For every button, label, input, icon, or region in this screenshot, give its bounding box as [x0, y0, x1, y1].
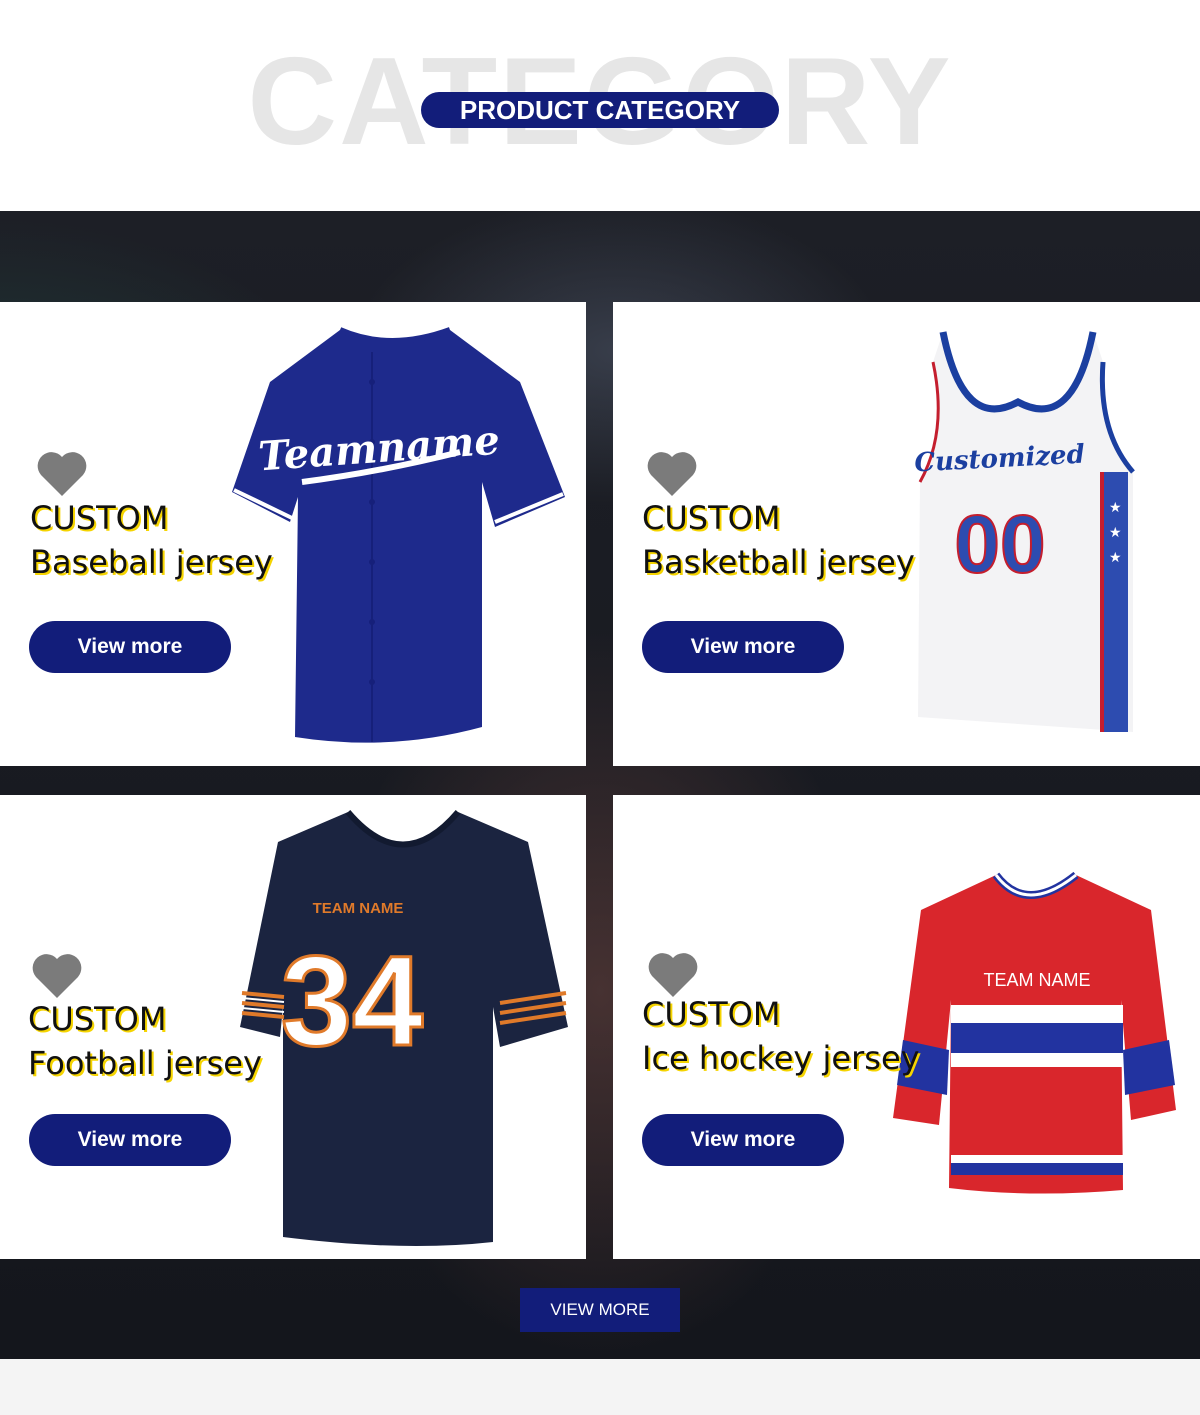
football-jersey-image: TEAM NAME 34	[240, 810, 568, 1246]
view-more-button[interactable]: View more	[29, 1114, 231, 1166]
baseball-jersey-image: Teamname	[232, 327, 565, 743]
category-card-baseball[interactable]: Teamname CUSTOM Baseball jersey View mor…	[0, 302, 586, 766]
ice-hockey-jersey-image: TEAM NAME	[893, 871, 1176, 1194]
view-more-button[interactable]: View more	[642, 1114, 844, 1166]
view-more-button[interactable]: View more	[642, 621, 844, 673]
heart-icon[interactable]	[36, 450, 88, 498]
svg-text:★: ★	[1109, 525, 1122, 541]
heart-icon[interactable]	[647, 951, 699, 999]
basketball-jersey-image: ★★★ Customized 00	[914, 331, 1135, 732]
footer-strip	[0, 1359, 1200, 1415]
svg-text:★: ★	[1109, 500, 1122, 516]
card-custom-label: CUSTOM	[30, 499, 169, 537]
card-custom-label: CUSTOM	[642, 499, 781, 537]
card-custom-label: CUSTOM	[642, 995, 781, 1033]
football-jersey-lettering: TEAM NAME	[313, 900, 404, 917]
card-category-name: Basketball jersey	[642, 543, 915, 581]
section-header: CATEGORY PRODUCT CATEGORY	[0, 0, 1200, 211]
category-card-basketball[interactable]: ★ ★ ★ Customized 00 CUSTOM Basketball jers…	[613, 302, 1200, 766]
card-custom-label: CUSTOM	[28, 1000, 167, 1038]
category-card-ice-hockey[interactable]: TEAM NAME CUSTOM Ice hockey jersey View …	[613, 795, 1200, 1259]
heart-icon[interactable]	[646, 450, 698, 498]
view-more-all-button[interactable]: VIEW MORE	[520, 1288, 680, 1332]
heart-icon[interactable]	[31, 952, 83, 1000]
svg-text:★: ★	[1109, 550, 1122, 566]
ice-hockey-jersey-lettering: TEAM NAME	[983, 970, 1090, 990]
view-more-button[interactable]: View more	[29, 621, 231, 673]
card-category-name: Ice hockey jersey	[642, 1039, 920, 1077]
basketball-jersey-number: 00	[954, 499, 1045, 590]
card-category-name: Baseball jersey	[30, 543, 273, 581]
category-card-football[interactable]: TEAM NAME 34 CUSTOM Football jersey View…	[0, 795, 586, 1259]
card-category-name: Football jersey	[28, 1044, 262, 1082]
section-title: PRODUCT CATEGORY	[421, 92, 779, 128]
football-jersey-number: 34	[281, 930, 423, 1073]
